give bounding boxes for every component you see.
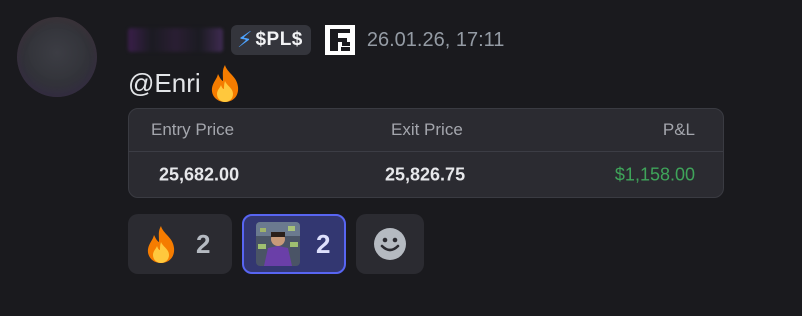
- pnl-header: P&L: [662, 120, 695, 139]
- card-header-row: Entry Price Exit Price P&L: [129, 109, 723, 151]
- reaction-fire[interactable]: 2: [128, 214, 232, 274]
- message-timestamp: 26.01.26, 17:11: [366, 28, 505, 51]
- entry-price-header: Entry Price: [151, 120, 235, 139]
- card-value-row: 25,682.00 25,826.75 $1,158.00: [129, 152, 723, 197]
- user-mention[interactable]: @Enri: [128, 68, 201, 99]
- message-header: ⚡ $PL$ 26.01.26, 17:11: [128, 20, 504, 60]
- username-blurred[interactable]: [128, 28, 223, 52]
- reaction-count: 2: [196, 228, 211, 259]
- user-tag-badge[interactable]: ⚡ $PL$: [231, 25, 311, 55]
- fire-icon: [147, 226, 175, 263]
- custom-emoji-thumbnail-icon: [256, 222, 300, 266]
- avatar[interactable]: [17, 17, 97, 97]
- reaction-custom-emoji[interactable]: 2: [242, 214, 346, 274]
- tag-text: $PL$: [255, 29, 303, 50]
- entry-price-value: 25,682.00: [159, 164, 240, 185]
- reactions-bar: 2 2: [128, 214, 434, 274]
- exit-price-value: 25,826.75: [385, 164, 466, 185]
- reaction-count: 2: [316, 228, 331, 259]
- pnl-value: $1,158.00: [614, 164, 695, 185]
- server-logo-icon[interactable]: [323, 23, 357, 57]
- lightning-bolt-icon: ⚡: [237, 27, 253, 53]
- message-content: @Enri: [128, 62, 243, 104]
- add-reaction-button[interactable]: [356, 214, 424, 274]
- trade-summary-card: Entry Price Exit Price P&L 25,682.00 25,…: [128, 108, 724, 198]
- fire-icon: [211, 65, 238, 102]
- add-reaction-icon: [374, 228, 406, 260]
- exit-price-header: Exit Price: [391, 120, 463, 139]
